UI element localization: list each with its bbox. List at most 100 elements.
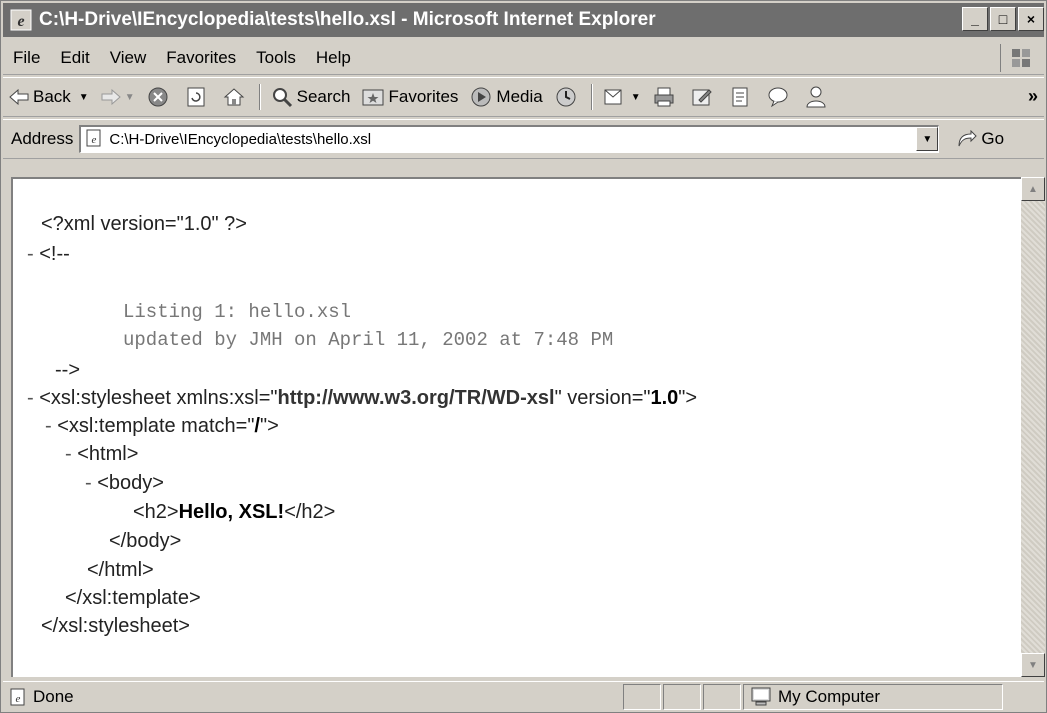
html-open-line: - <html> xyxy=(65,443,138,466)
home-icon xyxy=(223,88,244,106)
discuss-icon xyxy=(732,87,748,107)
close-button[interactable]: × xyxy=(1018,7,1044,31)
favorites-label: Favorites xyxy=(388,87,459,106)
body-open-line: - <body> xyxy=(85,472,164,495)
media-label: Media xyxy=(496,87,543,106)
maximize-button[interactable]: □ xyxy=(990,7,1016,31)
comment-close: --> xyxy=(55,359,80,381)
browser-window: e C:\H-Drive\IEncyclopedia\tests\hello.x… xyxy=(0,0,1047,713)
comment-line-1: Listing 1: hello.xsl xyxy=(123,301,352,323)
title-bar[interactable]: e C:\H-Drive\IEncyclopedia\tests\hello.x… xyxy=(3,3,1044,37)
collapse-toggle[interactable]: - xyxy=(45,415,52,437)
h2-close: </h2> xyxy=(284,501,336,523)
zone-text: My Computer xyxy=(778,687,881,706)
print-icon xyxy=(654,87,674,107)
h2-open: <h2> xyxy=(133,501,179,523)
h2-text: Hello, XSL! xyxy=(178,501,285,523)
address-bar: Address e C:\H-Drive\IEncyclopedia\tests… xyxy=(3,119,1044,159)
stylesheet-open-line: - <xsl:stylesheet xmlns:xsl="http://www.… xyxy=(27,387,697,410)
print-button[interactable] xyxy=(647,82,685,112)
back-arrow-icon xyxy=(9,89,29,105)
forward-arrow-icon xyxy=(101,89,121,105)
comment-open-line: - <!-- xyxy=(27,243,70,266)
windows-logo-icon xyxy=(1000,44,1040,72)
edit-icon xyxy=(692,89,712,106)
template-prefix: <xsl:template match=" xyxy=(57,415,255,437)
stop-button[interactable] xyxy=(141,82,179,112)
status-panel xyxy=(623,684,661,710)
ie-logo-icon: e xyxy=(9,8,33,32)
collapse-toggle[interactable]: - xyxy=(27,243,34,265)
menu-view[interactable]: View xyxy=(100,48,157,68)
go-button[interactable]: Go xyxy=(957,129,1004,149)
comment-open: <!-- xyxy=(39,243,70,265)
address-value: C:\H-Drive\IEncyclopedia\tests\hello.xsl xyxy=(109,131,372,148)
menu-file[interactable]: File xyxy=(3,48,50,68)
stop-icon xyxy=(148,87,168,107)
stylesheet-close: </xsl:stylesheet> xyxy=(41,615,190,637)
stylesheet-open-prefix: <xsl:stylesheet xmlns:xsl=" xyxy=(39,387,278,409)
media-button[interactable]: Media xyxy=(464,82,548,112)
svg-text:e: e xyxy=(16,693,21,705)
window-title: C:\H-Drive\IEncyclopedia\tests\hello.xsl… xyxy=(39,9,656,30)
stylesheet-version: 1.0 xyxy=(650,387,679,409)
back-label: Back xyxy=(33,87,71,106)
collapse-toggle[interactable]: - xyxy=(27,387,34,409)
home-button[interactable] xyxy=(217,82,255,112)
standard-toolbar: Back ▼ ▼ Search Favorites Media ▼ » xyxy=(3,77,1044,117)
comment-line-2: updated by JMH on April 11, 2002 at 7:48… xyxy=(123,329,614,351)
favorites-button[interactable]: Favorites xyxy=(356,82,464,112)
address-input[interactable]: e C:\H-Drive\IEncyclopedia\tests\hello.x… xyxy=(79,125,940,153)
template-close: </xsl:template> xyxy=(65,587,201,609)
template-open-line: - <xsl:template match="/"> xyxy=(45,415,279,438)
document-view: <?xml version="1.0" ?> - <!-- Listing 1:… xyxy=(11,177,1021,677)
computer-icon xyxy=(751,687,771,706)
address-dropdown-icon[interactable]: ▼ xyxy=(916,127,939,151)
favorites-icon xyxy=(362,89,384,106)
menu-edit[interactable]: Edit xyxy=(50,48,99,68)
status-panel xyxy=(663,684,701,710)
menu-favorites[interactable]: Favorites xyxy=(156,48,246,68)
toolbar-overflow-chevron[interactable]: » xyxy=(1028,86,1038,107)
collapse-toggle[interactable]: - xyxy=(85,472,92,494)
scroll-down-icon[interactable]: ▼ xyxy=(1021,653,1045,677)
template-suffix: "> xyxy=(259,415,279,437)
scroll-up-icon[interactable]: ▲ xyxy=(1021,177,1045,201)
svg-text:e: e xyxy=(17,13,24,30)
discuss-button[interactable] xyxy=(723,82,761,112)
search-button[interactable]: Search xyxy=(265,82,357,112)
contacts-button[interactable] xyxy=(799,82,837,112)
svg-text:e: e xyxy=(92,134,97,146)
status-message: e Done xyxy=(3,687,623,707)
refresh-button[interactable] xyxy=(179,82,217,112)
collapse-toggle[interactable]: - xyxy=(65,443,72,465)
messenger-button[interactable] xyxy=(761,82,799,112)
page-icon: e xyxy=(85,129,103,151)
status-bar: e Done My Computer xyxy=(3,681,1044,712)
forward-button[interactable]: ▼ xyxy=(95,82,141,112)
history-icon xyxy=(556,87,576,107)
forward-dropdown-icon[interactable]: ▼ xyxy=(125,92,135,103)
edit-button[interactable] xyxy=(685,82,723,112)
toolbar-separator xyxy=(590,84,593,110)
html-close: </html> xyxy=(87,559,154,581)
go-arrow-icon xyxy=(958,130,978,147)
h2-line: <h2>Hello, XSL!</h2> xyxy=(133,501,335,524)
go-label: Go xyxy=(981,129,1005,148)
history-button[interactable] xyxy=(549,82,587,112)
search-icon xyxy=(272,88,292,108)
menu-help[interactable]: Help xyxy=(306,48,361,68)
back-dropdown-icon[interactable]: ▼ xyxy=(79,92,89,103)
chat-bubble-icon xyxy=(768,87,788,108)
search-label: Search xyxy=(296,87,351,106)
html-open: <html> xyxy=(77,443,139,465)
minimize-button[interactable]: _ xyxy=(962,7,988,31)
status-panel xyxy=(703,684,741,710)
menu-tools[interactable]: Tools xyxy=(246,48,306,68)
stylesheet-mid: " version=" xyxy=(554,387,651,409)
mail-button[interactable]: ▼ xyxy=(597,82,647,112)
vertical-scrollbar[interactable]: ▲ ▼ xyxy=(1021,177,1045,677)
security-zone: My Computer xyxy=(743,684,1003,710)
back-button[interactable]: Back ▼ xyxy=(3,82,95,112)
mail-dropdown-icon[interactable]: ▼ xyxy=(631,92,641,103)
